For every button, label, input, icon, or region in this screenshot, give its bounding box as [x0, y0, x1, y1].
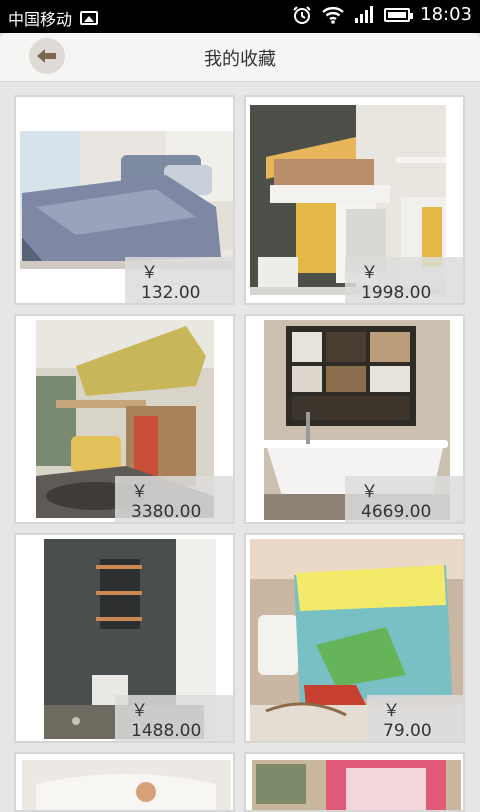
battery-icon [384, 7, 414, 22]
clock: 18:03 [420, 4, 472, 25]
favorite-card[interactable]: ￥ 1488.00 [14, 533, 235, 743]
alarm-icon [293, 5, 311, 24]
price-label: ￥ 1998.00 [345, 257, 463, 303]
pink-chair-photo [246, 754, 463, 810]
price-label: ￥ 79.00 [367, 695, 463, 741]
carrier-label: 中国移动 [8, 10, 73, 29]
white-furniture-photo [16, 754, 233, 810]
favorite-card[interactable] [14, 752, 235, 812]
favorite-card[interactable]: ￥ 4669.00 [244, 314, 465, 524]
wifi-icon [322, 6, 344, 24]
price-label: ￥ 1488.00 [115, 695, 233, 741]
price-label: ￥ 132.00 [125, 257, 233, 303]
signal-icon [355, 5, 374, 23]
status-bar: 中国移动 18:03 [0, 0, 480, 33]
favorite-card[interactable]: ￥ 79.00 [244, 533, 465, 743]
price-label: ￥ 4669.00 [345, 476, 463, 522]
favorite-card[interactable]: ￥ 3380.00 [14, 314, 235, 524]
image-notification-icon [80, 11, 99, 25]
page-title: 我的收藏 [204, 49, 276, 70]
favorite-card[interactable] [244, 752, 465, 812]
favorite-card[interactable]: ￥ 1998.00 [244, 95, 465, 305]
favorite-card[interactable]: ￥ 132.00 [14, 95, 235, 305]
price-label: ￥ 3380.00 [115, 476, 233, 522]
favorites-grid: ￥ 132.00 ￥ 1998.00 ￥ 3380.00 ￥ 4669.00 ￥… [0, 82, 480, 812]
app-header: 我的收藏 [0, 33, 480, 82]
